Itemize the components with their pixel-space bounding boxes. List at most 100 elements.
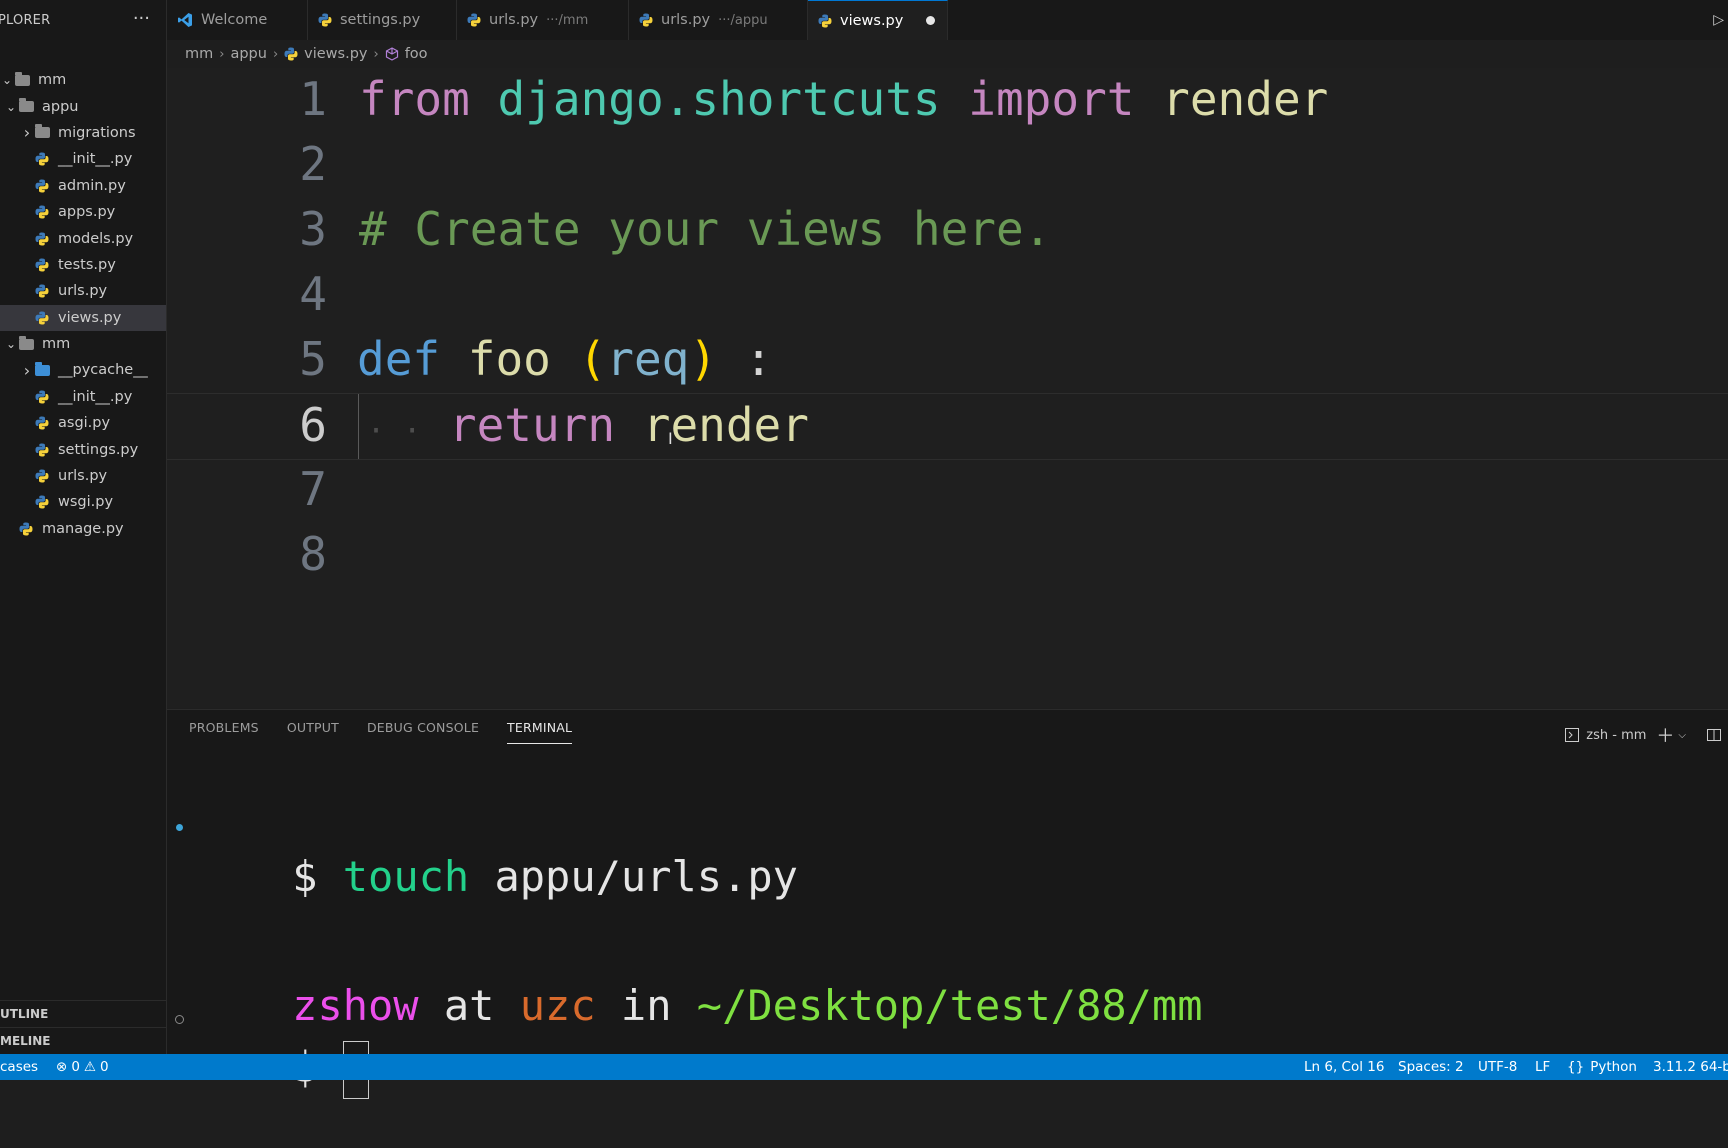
- terminal-command: touch: [342, 852, 470, 901]
- tree-item[interactable]: urls.py: [0, 278, 166, 304]
- breadcrumb-item-foo[interactable]: foo: [405, 46, 428, 62]
- tree-item-label: views.py: [58, 309, 122, 326]
- outline-section-header[interactable]: UTLINE: [0, 1000, 166, 1027]
- python-icon: [34, 469, 50, 483]
- code-line-7: 7: [167, 458, 1728, 523]
- chevron-right-icon: ›: [373, 46, 379, 62]
- cursor-position[interactable]: Ln 6, Col 16: [1304, 1059, 1384, 1075]
- tab-settings-py[interactable]: settings.py: [308, 0, 457, 40]
- tree-item-label: settings.py: [58, 441, 139, 458]
- code-editor[interactable]: 1 from django.shortcuts import render 2 …: [167, 68, 1728, 708]
- tree-item[interactable]: ⌄ mm: [0, 67, 166, 93]
- tree-item[interactable]: › __pycache__: [0, 357, 166, 383]
- tree-item[interactable]: tests.py: [0, 252, 166, 278]
- tree-item[interactable]: settings.py: [0, 436, 166, 462]
- tree-item[interactable]: ⌄ appu: [0, 93, 166, 119]
- tab-urls-py-appu[interactable]: urls.py ···/appu: [629, 0, 808, 40]
- tab-debug-console[interactable]: DEBUG CONSOLE: [367, 720, 479, 744]
- language-mode[interactable]: {} Python: [1567, 1059, 1637, 1075]
- tab-views-py[interactable]: views.py: [808, 0, 948, 40]
- breadcrumb-item-views-py[interactable]: views.py: [304, 46, 367, 62]
- python-interpreter[interactable]: 3.11.2 64-b: [1653, 1059, 1728, 1075]
- split-terminal-icon[interactable]: [1706, 727, 1722, 743]
- chevron-down-icon: ⌄: [1, 73, 13, 88]
- folder-open-icon: [18, 335, 34, 351]
- panel-actions: zsh - mm ＋ ⌵: [1564, 722, 1722, 748]
- python-icon: [34, 284, 50, 298]
- terminal-shell-selector[interactable]: zsh - mm: [1564, 727, 1646, 743]
- tree-item[interactable]: views.py: [0, 304, 166, 331]
- unsaved-dot-icon[interactable]: [926, 16, 935, 25]
- python-icon: [34, 443, 50, 457]
- timeline-label: MELINE: [0, 1034, 51, 1048]
- terminal-command-line: $ touch appu/urls.py: [292, 852, 798, 901]
- parameter-name: req: [606, 332, 690, 386]
- python-icon: [284, 47, 298, 61]
- end-of-line[interactable]: LF: [1535, 1059, 1550, 1075]
- run-icon[interactable]: ▷: [1713, 12, 1724, 28]
- timeline-section-header[interactable]: MELINE: [0, 1027, 166, 1054]
- tree-item-label: tests.py: [58, 256, 116, 273]
- tab-terminal[interactable]: TERMINAL: [507, 720, 573, 744]
- add-terminal-icon[interactable]: ＋: [1656, 722, 1674, 748]
- chevron-down-icon[interactable]: ⌵: [1678, 730, 1686, 741]
- tree-item[interactable]: wsgi.py: [0, 489, 166, 515]
- line-number: 1: [299, 72, 327, 126]
- tree-item[interactable]: urls.py: [0, 463, 166, 489]
- tree-item[interactable]: admin.py: [0, 173, 166, 199]
- breadcrumb-item-appu[interactable]: appu: [230, 46, 266, 62]
- folder-open-icon: [14, 71, 30, 87]
- problems-counter[interactable]: ⊗ 0 ⚠ 0: [56, 1059, 109, 1075]
- keyword-import: import: [968, 72, 1135, 126]
- outline-label: UTLINE: [0, 1007, 49, 1021]
- encoding[interactable]: UTF-8: [1478, 1059, 1517, 1075]
- tree-item-label: mm: [42, 336, 71, 353]
- indentation[interactable]: Spaces: 2: [1398, 1059, 1464, 1075]
- python-icon: [34, 179, 50, 193]
- python-icon: [34, 205, 50, 219]
- error-icon: ⊗: [56, 1059, 68, 1075]
- tab-problems[interactable]: PROBLEMS: [189, 720, 259, 744]
- tree-item[interactable]: ⌄ mm: [0, 331, 166, 357]
- open-paren: (: [578, 332, 607, 386]
- tree-item-label: apps.py: [58, 204, 116, 221]
- imported-name: render: [1162, 72, 1329, 126]
- tree-item-label: mm: [38, 72, 67, 89]
- tree-item-label: manage.py: [42, 520, 124, 537]
- python-icon: [34, 258, 50, 272]
- chevron-right-icon: ›: [272, 46, 279, 62]
- python-icon: [34, 152, 50, 166]
- braces-icon: {}: [1567, 1059, 1585, 1075]
- tab-urls-py-mm[interactable]: urls.py ···/mm: [457, 0, 629, 40]
- close-paren: ): [689, 332, 718, 386]
- command-pending-dot-icon: [175, 1015, 184, 1024]
- chevron-right-icon: ›: [23, 123, 31, 143]
- tree-item-label: __init__.py: [58, 151, 133, 168]
- line-number: 3: [299, 202, 327, 256]
- code-line-5: 5 def foo (req) :: [167, 328, 1728, 393]
- command-success-dot-icon[interactable]: [176, 824, 183, 831]
- breadcrumb-item-mm[interactable]: mm: [185, 46, 213, 62]
- python-icon: [18, 522, 34, 536]
- vscode-icon: [177, 12, 193, 28]
- tab-output[interactable]: OUTPUT: [287, 720, 339, 744]
- python-icon: [34, 311, 50, 325]
- file-tree: ⌄ mm ⌄ appu › migrations __init__.py admin.py ap…: [0, 67, 166, 542]
- tree-item[interactable]: __init__.py: [0, 146, 166, 172]
- tree-item[interactable]: manage.py: [0, 516, 166, 542]
- tree-item[interactable]: › migrations: [0, 120, 166, 146]
- tree-item[interactable]: __init__.py: [0, 384, 166, 410]
- more-actions-icon[interactable]: ···: [133, 8, 150, 29]
- tree-item[interactable]: asgi.py: [0, 410, 166, 436]
- terminal-path: ~/Desktop/test/88/mm: [696, 981, 1203, 1030]
- tree-item[interactable]: models.py: [0, 225, 166, 251]
- tab-welcome[interactable]: Welcome: [167, 0, 308, 40]
- chevron-down-icon: ⌄: [5, 99, 17, 114]
- whitespace-dots: · ·: [367, 414, 422, 449]
- status-left-text[interactable]: cases: [0, 1059, 38, 1075]
- tree-item[interactable]: apps.py: [0, 199, 166, 225]
- bottom-panel: PROBLEMS OUTPUT DEBUG CONSOLE TERMINAL z…: [167, 709, 1728, 1099]
- line-number: 4: [299, 267, 327, 321]
- python-icon: [34, 495, 50, 509]
- python-icon: [818, 14, 832, 28]
